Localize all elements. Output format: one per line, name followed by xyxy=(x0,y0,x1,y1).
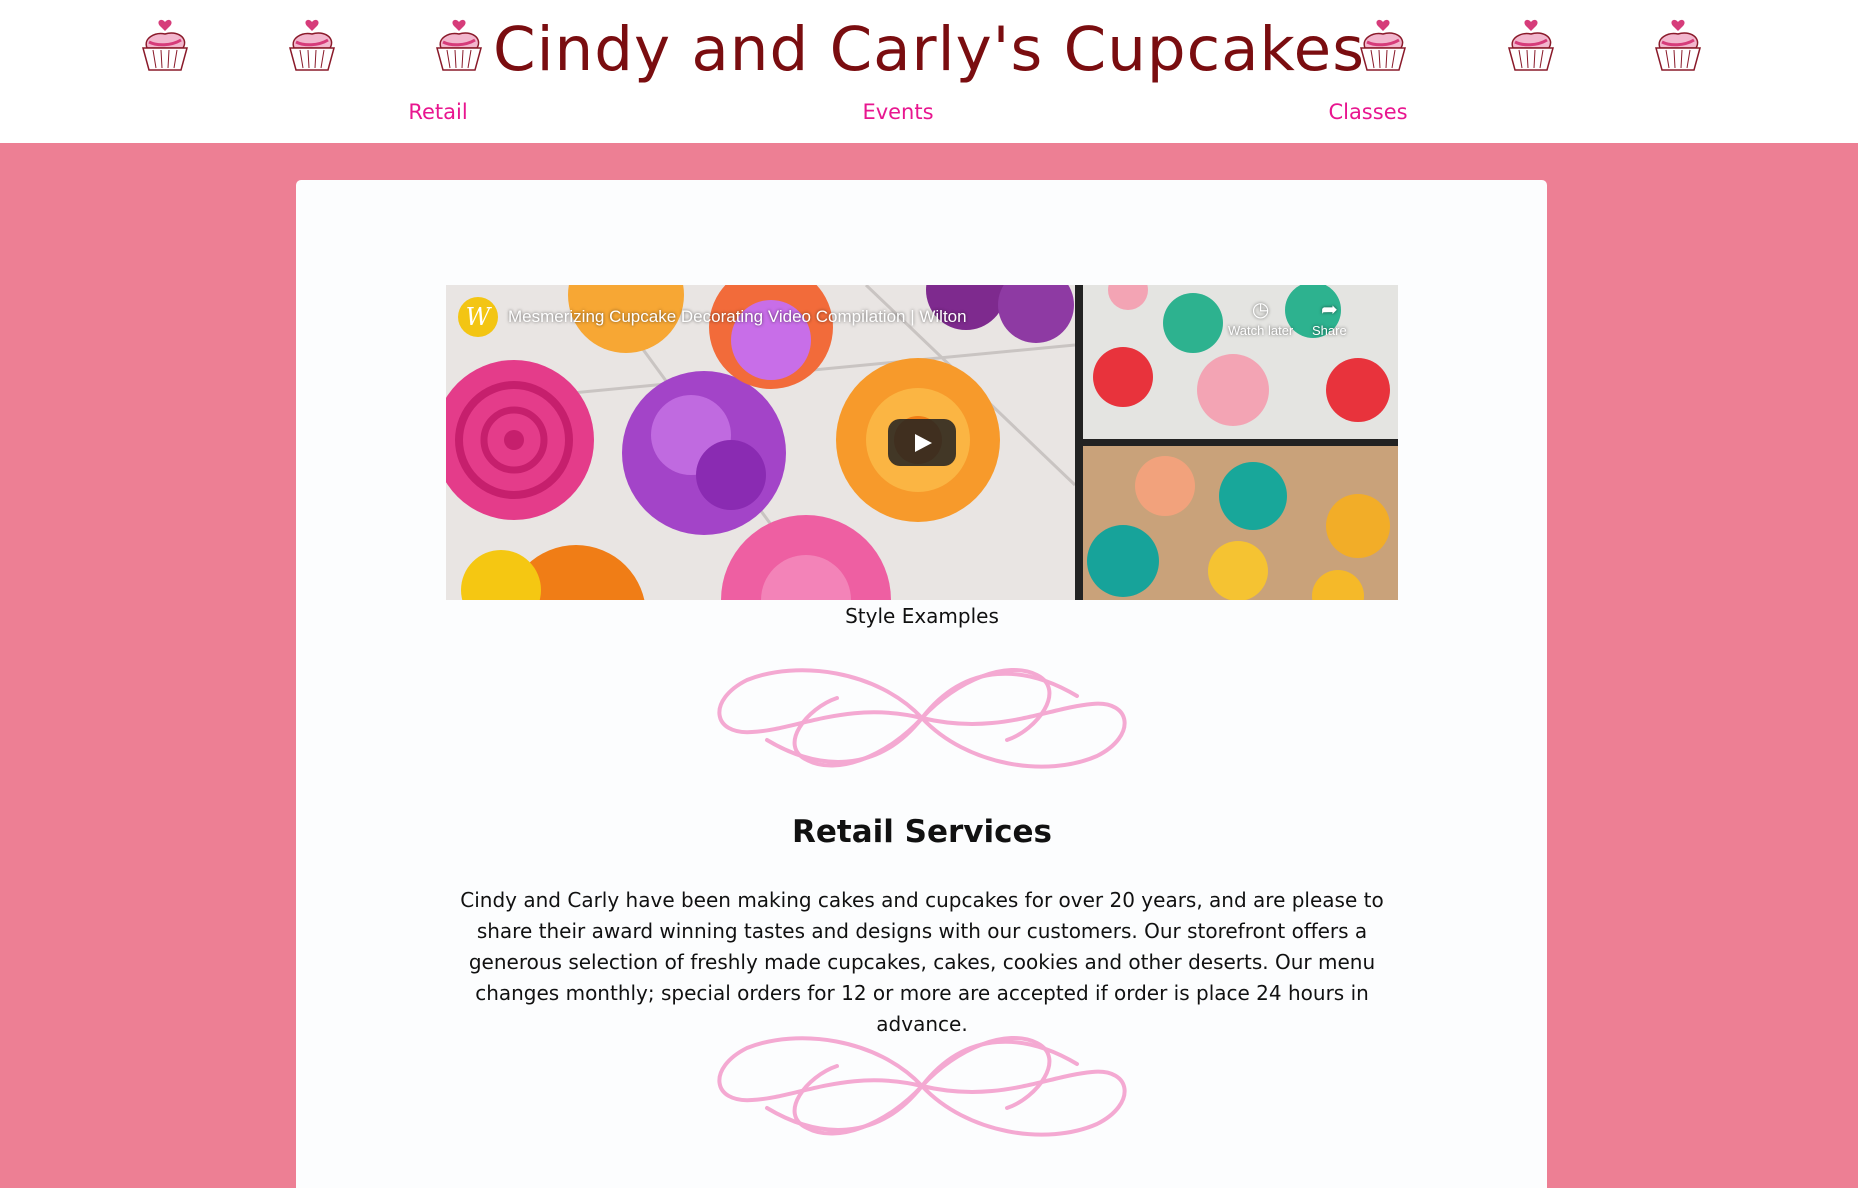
site-header: Cindy and Carly's Cupcakes Retail Events… xyxy=(0,0,1858,143)
share-icon: ➦ xyxy=(1320,299,1338,321)
retail-services-text: Cindy and Carly have been making cakes a… xyxy=(460,888,1384,1036)
nav-link-classes[interactable]: Classes xyxy=(1328,100,1407,124)
channel-logo[interactable]: W xyxy=(458,297,498,337)
video-thumbnail-main xyxy=(446,285,1075,600)
share-label: Share xyxy=(1312,323,1347,338)
cupcake-icon xyxy=(1508,19,1554,71)
retail-services-heading: Retail Services xyxy=(791,814,1052,850)
nav-link-events[interactable]: Events xyxy=(862,100,933,124)
nav-link-retail[interactable]: Retail xyxy=(408,100,467,124)
share-button[interactable]: ➦ Share xyxy=(1312,297,1347,338)
video-title[interactable]: Mesmerizing Cupcake Decorating Video Com… xyxy=(508,307,967,327)
play-icon[interactable] xyxy=(888,419,956,466)
flourish-divider xyxy=(717,1036,1127,1137)
flourish-divider xyxy=(717,668,1127,769)
cupcake-icon xyxy=(1655,19,1701,71)
site-title: Cindy and Carly's Cupcakes xyxy=(493,14,1365,85)
clock-icon: ◷ xyxy=(1251,299,1270,321)
video-embed[interactable]: W Mesmerizing Cupcake Decorating Video C… xyxy=(446,285,1398,600)
cupcake-icon xyxy=(1360,19,1406,71)
watch-later-label: Watch later xyxy=(1228,323,1294,338)
watch-later-button[interactable]: ◷ Watch later xyxy=(1228,297,1293,338)
video-thumbnail-side xyxy=(1083,446,1398,600)
video-caption: Style Examples xyxy=(845,604,999,628)
